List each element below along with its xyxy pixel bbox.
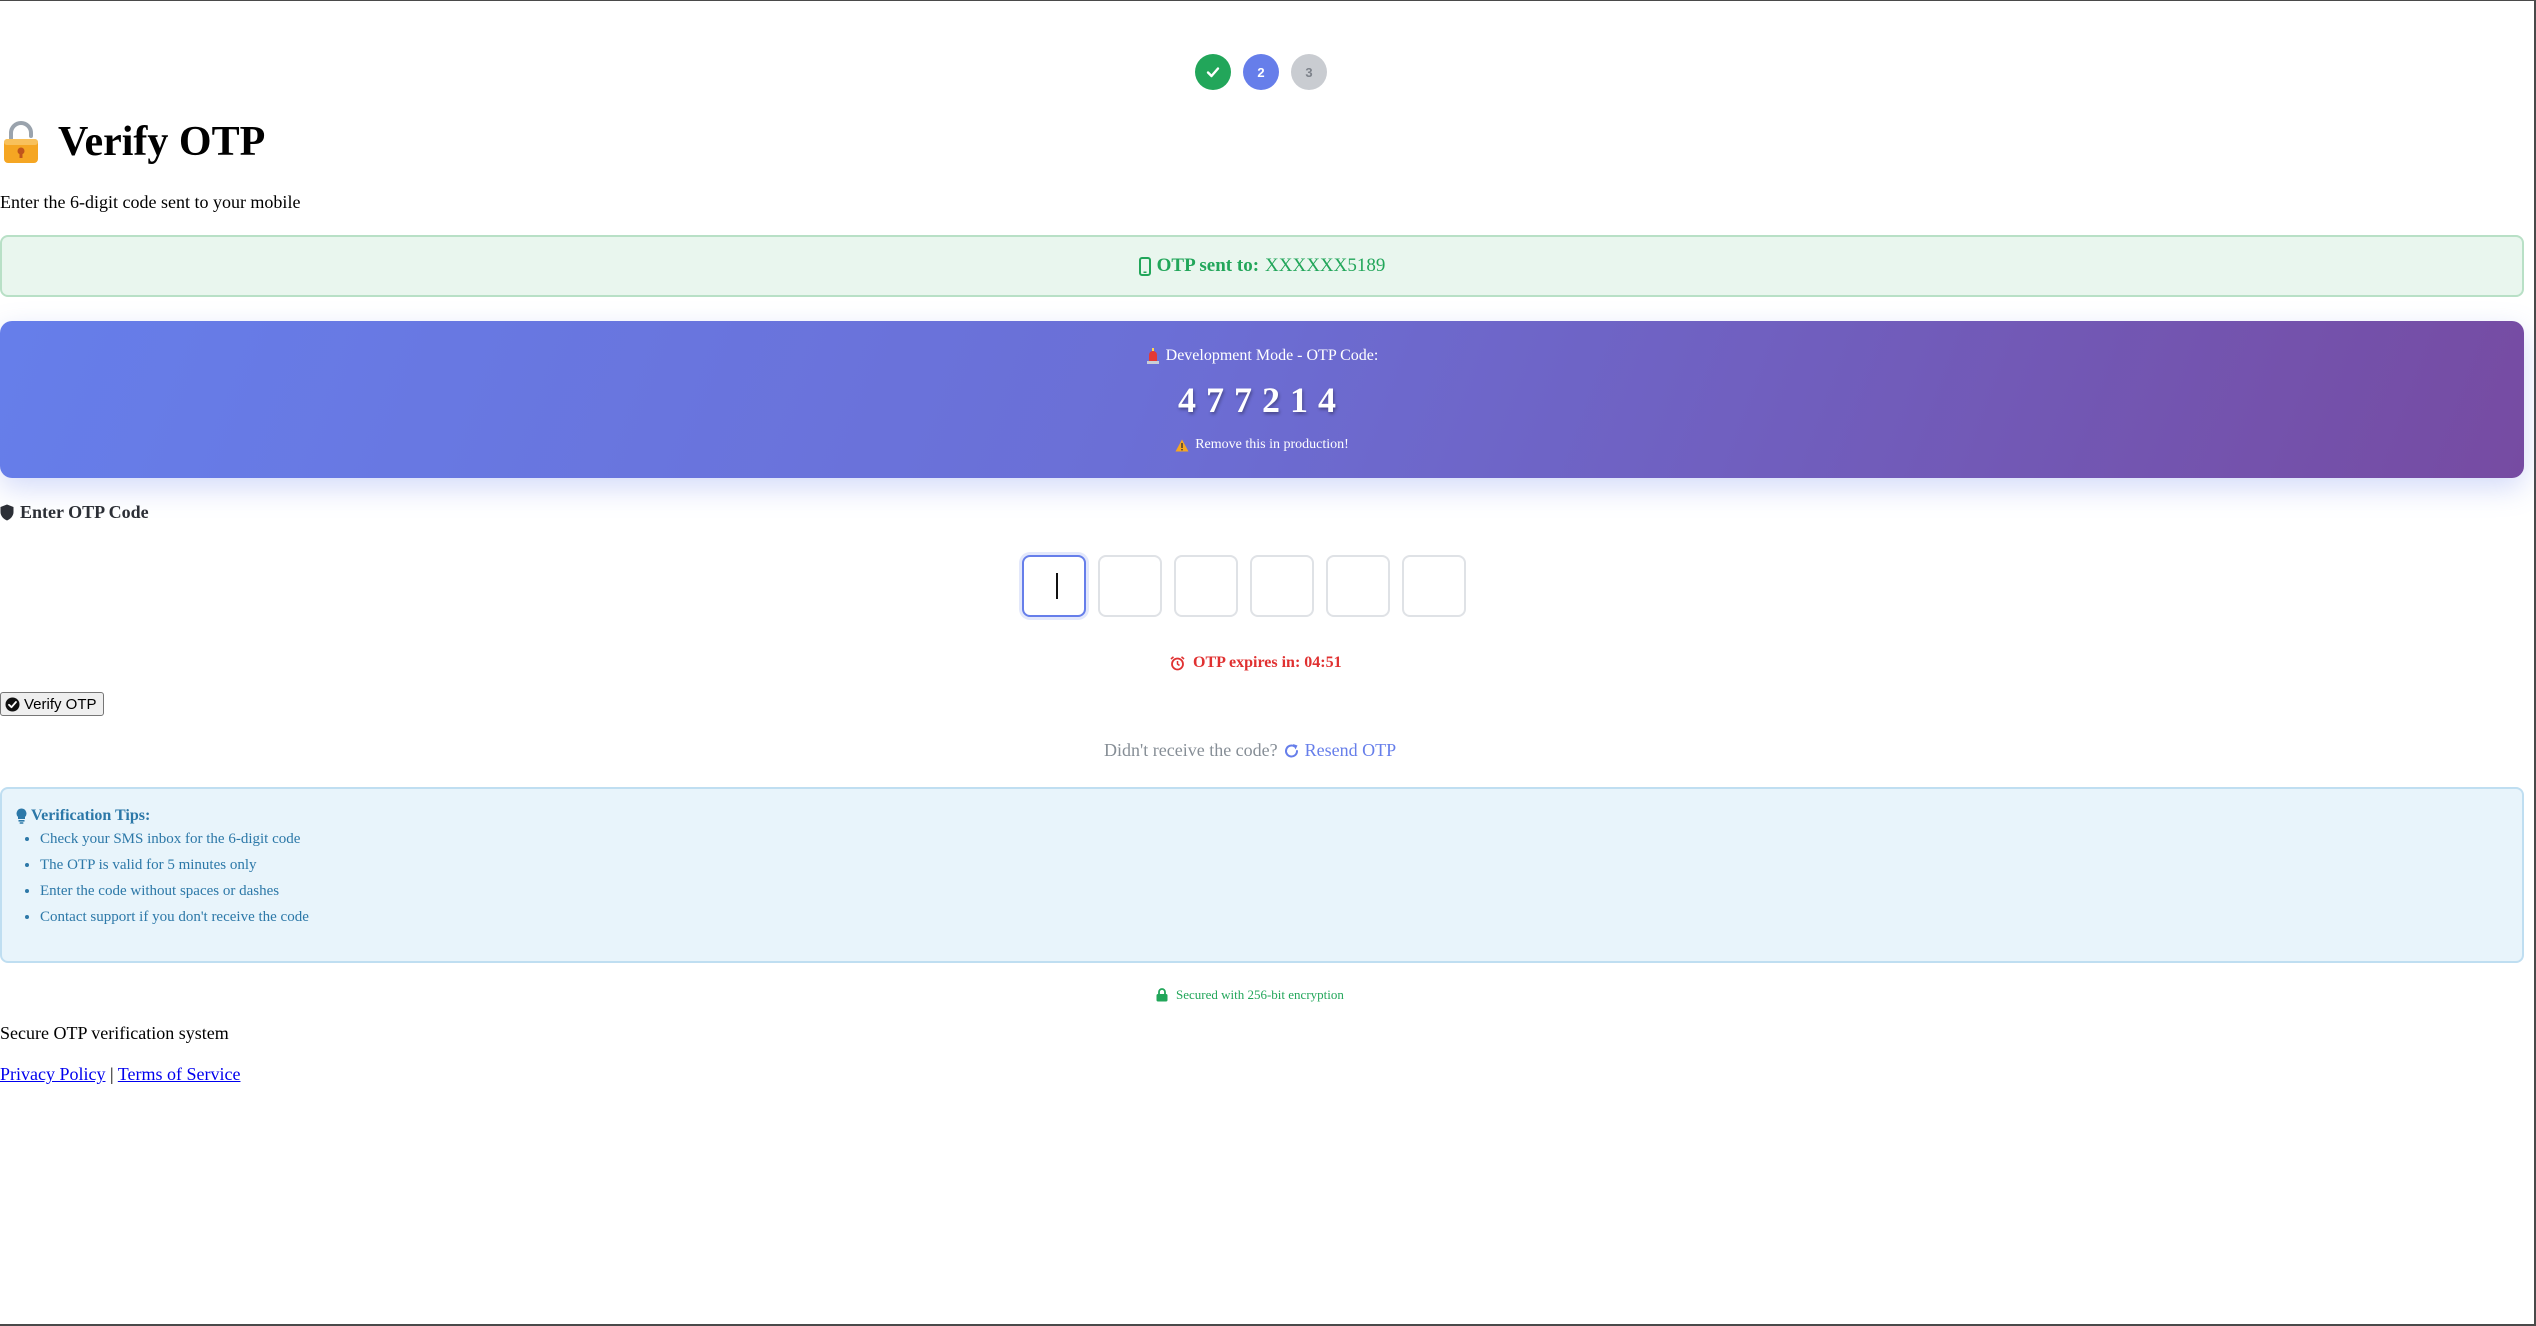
check-circle-icon <box>5 697 20 711</box>
progress-stepper: 2 3 <box>1195 54 1327 90</box>
verify-otp-button[interactable]: Verify OTP <box>0 692 104 716</box>
page-subtitle: Enter the 6-digit code sent to your mobi… <box>0 192 301 212</box>
lock-icon <box>4 121 38 163</box>
shield-icon <box>0 504 14 521</box>
list-item: Check your SMS inbox for the 6-digit cod… <box>40 826 309 852</box>
dev-mode-warning-text: Remove this in production! <box>1195 437 1349 452</box>
step-1-complete <box>1195 54 1231 90</box>
otp-digit-6[interactable] <box>1402 555 1466 617</box>
otp-expiry-text: OTP expires in: 04:51 <box>1193 654 1342 671</box>
tips-title-text: Verification Tips: <box>31 807 151 824</box>
footer-separator: | <box>110 1064 114 1084</box>
resend-prompt: Didn't receive the code? <box>1104 740 1278 760</box>
dev-mode-heading-text: Development Mode - OTP Code: <box>1165 347 1379 364</box>
text-cursor <box>1056 573 1058 599</box>
lock-icon <box>1156 988 1168 1002</box>
terms-of-service-link[interactable]: Terms of Service <box>118 1064 241 1084</box>
otp-input-label: Enter OTP Code <box>0 502 149 523</box>
page-title: Verify OTP <box>0 118 265 166</box>
dev-mode-warning: Remove this in production! <box>0 437 2524 453</box>
resend-section: Didn't receive the code? Resend OTP <box>1104 740 1396 761</box>
list-item: Enter the code without spaces or dashes <box>40 878 309 904</box>
step-2-current: 2 <box>1243 54 1279 90</box>
otp-sent-label: OTP sent to: <box>1156 255 1260 276</box>
resend-otp-link[interactable]: Resend OTP <box>1284 740 1397 761</box>
resend-otp-link-text: Resend OTP <box>1304 740 1397 760</box>
tips-list: Check your SMS inbox for the 6-digit cod… <box>20 826 309 930</box>
otp-input-group <box>1022 555 1466 617</box>
siren-icon <box>1146 348 1159 364</box>
lightbulb-icon <box>16 808 27 824</box>
page-title-text: Verify OTP <box>58 119 266 165</box>
dev-mode-heading: Development Mode - OTP Code: <box>0 347 2524 365</box>
otp-digit-3[interactable] <box>1174 555 1238 617</box>
otp-digit-4[interactable] <box>1250 555 1314 617</box>
mobile-phone-icon <box>1138 256 1151 276</box>
tips-title: Verification Tips: <box>16 807 150 825</box>
otp-input-label-text: Enter OTP Code <box>20 502 149 522</box>
otp-sent-banner: OTP sent to: XXXXXX5189 <box>0 235 2524 297</box>
dev-otp-code: 477214 <box>1178 380 1346 420</box>
otp-digit-2[interactable] <box>1098 555 1162 617</box>
otp-digit-1[interactable] <box>1022 555 1086 617</box>
check-icon <box>1206 67 1220 78</box>
alarm-clock-icon <box>1170 655 1185 670</box>
redo-icon <box>1284 743 1298 757</box>
security-note-text: Secured with 256-bit encryption <box>1176 987 1344 1002</box>
warning-icon <box>1175 439 1189 451</box>
security-note: Secured with 256-bit encryption <box>1156 987 1344 1003</box>
dev-mode-otp-panel: Development Mode - OTP Code: 477214 Remo… <box>0 321 2524 478</box>
otp-digit-5[interactable] <box>1326 555 1390 617</box>
footer-links: Privacy Policy | Terms of Service <box>0 1064 241 1085</box>
verify-otp-button-label: Verify OTP <box>24 695 97 713</box>
list-item: The OTP is valid for 5 minutes only <box>40 852 309 878</box>
masked-phone-number: XXXXXX5189 <box>1265 255 1386 276</box>
footer-text: Secure OTP verification system <box>0 1023 229 1043</box>
verification-tips-panel: Verification Tips: Check your SMS inbox … <box>0 787 2524 963</box>
step-3-pending: 3 <box>1291 54 1327 90</box>
otp-expiry-timer: OTP expires in: 04:51 <box>1170 654 1342 672</box>
privacy-policy-link[interactable]: Privacy Policy <box>0 1064 106 1084</box>
list-item: Contact support if you don't receive the… <box>40 904 309 930</box>
